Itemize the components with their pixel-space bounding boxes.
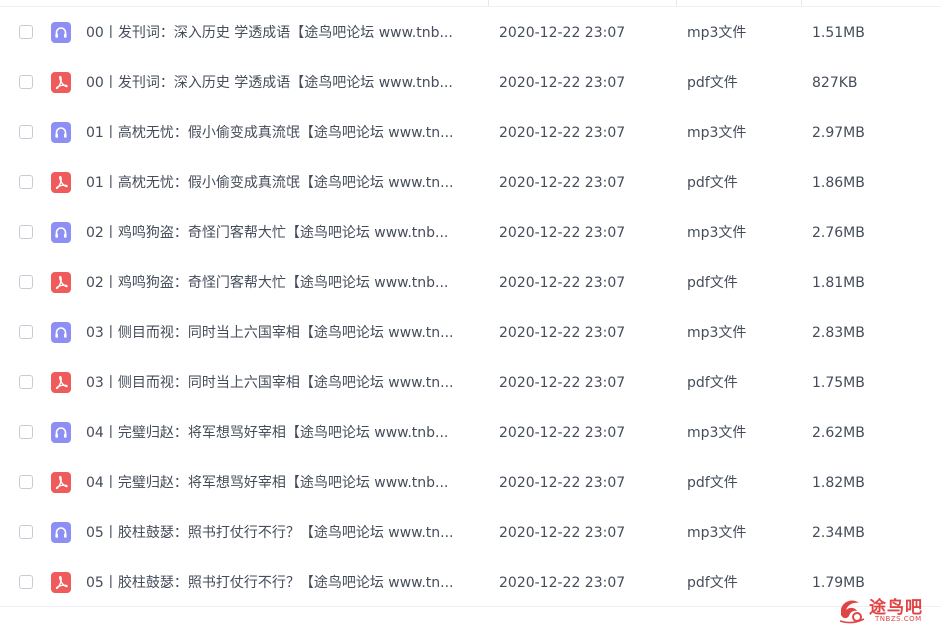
file-type: mp3文件 bbox=[687, 325, 747, 341]
file-name[interactable]: 00丨发刊词：深入历史 学透成语【途鸟吧论坛 www.tnb... bbox=[86, 58, 478, 108]
file-size: 1.81MB bbox=[812, 275, 865, 291]
file-name[interactable]: 03丨侧目而视：同时当上六国宰相【途鸟吧论坛 www.tn... bbox=[86, 308, 478, 358]
file-modified-date: 2020-12-22 23:07 bbox=[499, 525, 626, 541]
watermark-subtext: TNBZS.COM bbox=[875, 615, 922, 623]
file-modified-date: 2020-12-22 23:07 bbox=[499, 375, 626, 391]
file-type: pdf文件 bbox=[687, 175, 738, 191]
file-modified-date: 2020-12-22 23:07 bbox=[499, 175, 626, 191]
file-modified-date: 2020-12-22 23:07 bbox=[499, 575, 626, 591]
header-divider bbox=[0, 0, 941, 7]
file-size: 2.97MB bbox=[812, 125, 865, 141]
audio-file-icon bbox=[51, 222, 71, 243]
column-separator[interactable] bbox=[801, 0, 802, 6]
row-checkbox[interactable] bbox=[19, 325, 33, 339]
row-checkbox[interactable] bbox=[19, 475, 33, 489]
file-modified-date: 2020-12-22 23:07 bbox=[499, 325, 626, 341]
file-name[interactable]: 03丨侧目而视：同时当上六国宰相【途鸟吧论坛 www.tn... bbox=[86, 358, 478, 408]
file-type: mp3文件 bbox=[687, 525, 747, 541]
file-name[interactable]: 02丨鸡鸣狗盗：奇怪门客帮大忙【途鸟吧论坛 www.tnb... bbox=[86, 208, 478, 258]
file-modified-date: 2020-12-22 23:07 bbox=[499, 475, 626, 491]
pdf-file-icon bbox=[51, 72, 71, 93]
file-size: 2.83MB bbox=[812, 325, 865, 341]
file-size: 2.34MB bbox=[812, 525, 865, 541]
pdf-file-icon bbox=[51, 272, 71, 293]
file-type: pdf文件 bbox=[687, 75, 738, 91]
file-modified-date: 2020-12-22 23:07 bbox=[499, 225, 626, 241]
file-row[interactable]: 04丨完璧归赵：将军想骂好宰相【途鸟吧论坛 www.tnb... 2020-12-… bbox=[0, 408, 941, 458]
file-name[interactable]: 00丨发刊词：深入历史 学透成语【途鸟吧论坛 www.tnb... bbox=[86, 8, 478, 58]
file-size: 1.86MB bbox=[812, 175, 865, 191]
file-list: 00丨发刊词：深入历史 学透成语【途鸟吧论坛 www.tnb... 2020-12… bbox=[0, 0, 941, 631]
file-row[interactable]: 05丨胶柱鼓瑟：照书打仗行不行？【途鸟吧论坛 www.tn... 2020-12-… bbox=[0, 558, 941, 608]
audio-file-icon bbox=[51, 122, 71, 143]
file-row[interactable]: 02丨鸡鸣狗盗：奇怪门客帮大忙【途鸟吧论坛 www.tnb... 2020-12-… bbox=[0, 258, 941, 308]
pdf-file-icon bbox=[51, 472, 71, 493]
file-size: 1.51MB bbox=[812, 25, 865, 41]
file-type: pdf文件 bbox=[687, 575, 738, 591]
file-row[interactable]: 05丨胶柱鼓瑟：照书打仗行不行？【途鸟吧论坛 www.tn... 2020-12-… bbox=[0, 508, 941, 558]
pdf-file-icon bbox=[51, 572, 71, 593]
row-checkbox[interactable] bbox=[19, 25, 33, 39]
file-size: 2.62MB bbox=[812, 425, 865, 441]
watermark-logo: 途鸟吧 TNBZS.COM bbox=[837, 593, 933, 627]
file-modified-date: 2020-12-22 23:07 bbox=[499, 125, 626, 141]
column-separator[interactable] bbox=[488, 0, 489, 6]
file-type: pdf文件 bbox=[687, 375, 738, 391]
file-row[interactable]: 00丨发刊词：深入历史 学透成语【途鸟吧论坛 www.tnb... 2020-12… bbox=[0, 58, 941, 108]
file-type: mp3文件 bbox=[687, 425, 747, 441]
file-size: 1.82MB bbox=[812, 475, 865, 491]
bird-logo-icon bbox=[839, 600, 865, 624]
file-modified-date: 2020-12-22 23:07 bbox=[499, 25, 626, 41]
file-row[interactable]: 03丨侧目而视：同时当上六国宰相【途鸟吧论坛 www.tn... 2020-12-… bbox=[0, 358, 941, 408]
row-checkbox[interactable] bbox=[19, 425, 33, 439]
file-name[interactable]: 02丨鸡鸣狗盗：奇怪门客帮大忙【途鸟吧论坛 www.tnb... bbox=[86, 258, 478, 308]
file-size: 827KB bbox=[812, 75, 858, 91]
audio-file-icon bbox=[51, 522, 71, 543]
file-row[interactable]: 01丨高枕无忧：假小偷变成真流氓【途鸟吧论坛 www.tn... 2020-12-… bbox=[0, 108, 941, 158]
file-modified-date: 2020-12-22 23:07 bbox=[499, 75, 626, 91]
row-checkbox[interactable] bbox=[19, 225, 33, 239]
file-row[interactable]: 00丨发刊词：深入历史 学透成语【途鸟吧论坛 www.tnb... 2020-12… bbox=[0, 8, 941, 58]
file-size: 2.76MB bbox=[812, 225, 865, 241]
file-type: mp3文件 bbox=[687, 225, 747, 241]
row-checkbox[interactable] bbox=[19, 75, 33, 89]
file-name[interactable]: 01丨高枕无忧：假小偷变成真流氓【途鸟吧论坛 www.tn... bbox=[86, 108, 478, 158]
row-checkbox[interactable] bbox=[19, 125, 33, 139]
file-type: pdf文件 bbox=[687, 475, 738, 491]
file-name[interactable]: 04丨完璧归赵：将军想骂好宰相【途鸟吧论坛 www.tnb... bbox=[86, 458, 478, 508]
file-type: mp3文件 bbox=[687, 125, 747, 141]
audio-file-icon bbox=[51, 22, 71, 43]
row-checkbox[interactable] bbox=[19, 275, 33, 289]
row-checkbox[interactable] bbox=[19, 375, 33, 389]
file-size: 1.75MB bbox=[812, 375, 865, 391]
file-row[interactable]: 04丨完璧归赵：将军想骂好宰相【途鸟吧论坛 www.tnb... 2020-12-… bbox=[0, 458, 941, 508]
file-name[interactable]: 01丨高枕无忧：假小偷变成真流氓【途鸟吧论坛 www.tn... bbox=[86, 158, 478, 208]
row-checkbox[interactable] bbox=[19, 175, 33, 189]
row-checkbox[interactable] bbox=[19, 575, 33, 589]
file-name[interactable]: 05丨胶柱鼓瑟：照书打仗行不行？【途鸟吧论坛 www.tn... bbox=[86, 558, 478, 608]
file-type: mp3文件 bbox=[687, 25, 747, 41]
row-checkbox[interactable] bbox=[19, 525, 33, 539]
pdf-file-icon bbox=[51, 172, 71, 193]
file-row[interactable]: 03丨侧目而视：同时当上六国宰相【途鸟吧论坛 www.tn... 2020-12-… bbox=[0, 308, 941, 358]
file-name[interactable]: 05丨胶柱鼓瑟：照书打仗行不行？【途鸟吧论坛 www.tn... bbox=[86, 508, 478, 558]
file-name[interactable]: 04丨完璧归赵：将军想骂好宰相【途鸟吧论坛 www.tnb... bbox=[86, 408, 478, 458]
file-row[interactable]: 02丨鸡鸣狗盗：奇怪门客帮大忙【途鸟吧论坛 www.tnb... 2020-12-… bbox=[0, 208, 941, 258]
file-modified-date: 2020-12-22 23:07 bbox=[499, 275, 626, 291]
list-bottom-divider bbox=[0, 606, 941, 607]
file-modified-date: 2020-12-22 23:07 bbox=[499, 425, 626, 441]
audio-file-icon bbox=[51, 422, 71, 443]
file-row[interactable]: 01丨高枕无忧：假小偷变成真流氓【途鸟吧论坛 www.tn... 2020-12-… bbox=[0, 158, 941, 208]
column-separator[interactable] bbox=[676, 0, 677, 6]
pdf-file-icon bbox=[51, 372, 71, 393]
audio-file-icon bbox=[51, 322, 71, 343]
file-type: pdf文件 bbox=[687, 275, 738, 291]
